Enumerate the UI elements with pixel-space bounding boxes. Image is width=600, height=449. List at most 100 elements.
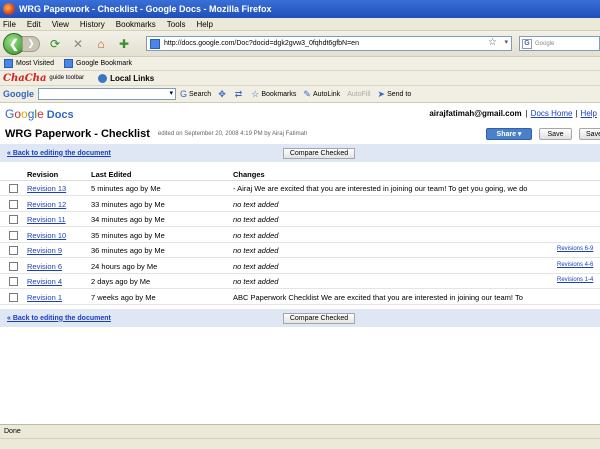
google-toolbar: Google G Search ✥ ⇄ ☆ Bookmarks ✎ AutoLi… <box>0 86 600 103</box>
menu-file[interactable]: File <box>3 20 16 29</box>
browser-search-box[interactable]: G Google <box>519 36 600 51</box>
separator: | <box>575 109 578 118</box>
revision-row: Revision 11 34 minutes ago by Me no text a… <box>0 212 600 227</box>
autofill-label: AutoFill <box>347 90 371 98</box>
header-revision: Revision <box>27 170 59 179</box>
document-title-row: WRG Paperwork - Checklist edited on Sept… <box>0 125 600 143</box>
logo-letter: o <box>14 107 22 121</box>
revision-link[interactable]: Revision 11 <box>27 215 66 224</box>
reload-icon[interactable]: ⟳ <box>47 36 63 52</box>
stop-icon[interactable]: ✕ <box>70 36 86 52</box>
local-links-button[interactable]: Local Links <box>98 73 155 83</box>
header-last-edited: Last Edited <box>91 170 132 179</box>
last-edited: 5 minutes ago by Me <box>91 184 161 193</box>
menu-history[interactable]: History <box>80 20 105 29</box>
google-bookmarks-button[interactable]: ☆ Bookmarks <box>251 89 296 100</box>
compare-checked-button[interactable]: Compare Checked <box>283 148 355 159</box>
compare-checked-button[interactable]: Compare Checked <box>283 313 355 324</box>
changes-text: no text added <box>233 215 279 224</box>
menu-help[interactable]: Help <box>196 20 212 29</box>
logo-letter: G <box>5 107 15 121</box>
google-search-button[interactable]: G Search <box>180 89 211 99</box>
autofill-button[interactable]: AutoFill <box>347 91 370 98</box>
bookmark-star-icon[interactable]: ☆ <box>488 37 497 48</box>
revision-range-link[interactable]: Revisions 6-9 <box>557 246 593 252</box>
revision-row: Revision 10 35 minutes ago by Me no text a… <box>0 228 600 243</box>
revision-checkbox[interactable] <box>9 292 18 302</box>
revision-link[interactable]: Revision 4 <box>27 277 62 286</box>
revision-row: Revision 12 33 minutes ago by Me no text a… <box>0 197 600 212</box>
help-link[interactable]: Help <box>581 109 597 118</box>
url-text: http://docs.google.com/Doc?docid=dgk2gvw… <box>164 40 359 47</box>
home-icon[interactable]: ⌂ <box>93 36 109 52</box>
menu-view[interactable]: View <box>52 20 69 29</box>
window-title: WRG Paperwork - Checklist - Google Docs … <box>19 4 272 14</box>
firefox-icon <box>3 3 15 15</box>
bookmark-google[interactable]: Google Bookmark <box>64 59 132 68</box>
back-to-editing-link[interactable]: « Back to editing the document <box>7 315 111 322</box>
save-button[interactable]: Save <box>539 128 572 140</box>
save-close-button[interactable]: Save <box>579 128 600 140</box>
revision-range-link[interactable]: Revisions 1-4 <box>557 277 593 283</box>
edited-info: edited on September 20, 2008 4:19 PM by … <box>157 131 308 137</box>
revision-checkbox[interactable] <box>9 184 18 193</box>
bookmark-label: Most Visited <box>16 60 54 67</box>
chacha-logo[interactable]: ChaCha <box>3 73 46 84</box>
changes-text: ABC Paperwork Checklist We are excited t… <box>233 292 523 302</box>
forward-arrow-icon: ❯ <box>27 38 35 48</box>
revision-link[interactable]: Revision 9 <box>27 246 62 255</box>
last-edited: 34 minutes ago by Me <box>91 215 165 224</box>
revision-link[interactable]: Revision 10 <box>27 231 66 240</box>
changes-text: no text added <box>233 246 279 255</box>
menu-bookmarks[interactable]: Bookmarks <box>116 20 156 29</box>
bookmark-folder-icon <box>4 59 13 68</box>
revision-link[interactable]: Revision 6 <box>27 262 62 271</box>
bookmark-most-visited[interactable]: Most Visited <box>4 59 54 68</box>
revision-link[interactable]: Revision 12 <box>27 200 66 209</box>
url-bar[interactable]: http://docs.google.com/Doc?docid=dgk2gvw… <box>146 36 512 51</box>
google-docs-logo[interactable]: Google Docs <box>5 107 74 121</box>
menu-edit[interactable]: Edit <box>27 20 41 29</box>
revisions-top-bar: « Back to editing the document Compare C… <box>0 144 600 162</box>
status-bar: Done <box>0 424 600 438</box>
status-text: Done <box>4 428 21 435</box>
extension-icon[interactable]: ✚ <box>116 36 132 52</box>
bookmarks-label: Bookmarks <box>261 90 297 98</box>
revision-link[interactable]: Revision 13 <box>27 184 66 193</box>
send-to-button[interactable]: ➤ Send to <box>378 89 412 100</box>
google-toolbar-search-input[interactable] <box>38 88 176 100</box>
revision-checkbox[interactable] <box>9 199 18 209</box>
back-arrow-icon: ❮ <box>8 36 20 51</box>
user-email: airajfatimah@gmail.com <box>429 109 522 118</box>
navigation-toolbar: ❮ ❯ ⟳ ✕ ⌂ ✚ http://docs.google.com/Doc?d… <box>0 31 600 57</box>
autolink-button[interactable]: ✎ AutoLink <box>303 89 340 100</box>
menu-bar: File Edit View History Bookmarks Tools H… <box>0 18 600 31</box>
document-title: WRG Paperwork - Checklist <box>5 128 150 140</box>
last-edited: 7 weeks ago by Me <box>91 292 156 302</box>
send-to-label: Send to <box>387 90 412 98</box>
local-links-label: Local Links <box>110 73 155 83</box>
toolbar-share-icon[interactable]: ⇄ <box>235 89 245 100</box>
revision-checkbox[interactable] <box>9 277 18 286</box>
revision-link[interactable]: Revision 1 <box>27 293 62 302</box>
bookmark-page-icon <box>64 59 73 68</box>
url-dropdown-icon[interactable]: ▾ <box>504 38 508 46</box>
docs-home-link[interactable]: Docs Home <box>531 109 573 118</box>
revision-checkbox[interactable] <box>9 230 18 240</box>
revision-checkbox[interactable] <box>9 246 18 255</box>
share-button[interactable]: Share ▾ <box>486 128 532 140</box>
separator: | <box>525 109 528 118</box>
back-to-editing-link[interactable]: « Back to editing the document <box>7 150 111 157</box>
google-search-engine-icon[interactable]: G <box>522 38 532 49</box>
google-toolbar-logo[interactable]: Google <box>3 89 34 99</box>
revision-checkbox[interactable] <box>9 215 18 224</box>
menu-tools[interactable]: Tools <box>167 20 186 29</box>
revision-checkbox[interactable] <box>9 261 18 271</box>
toolbar-tools-icon[interactable]: ✥ <box>218 89 228 100</box>
revision-range-link[interactable]: Revisions 4-6 <box>557 262 593 268</box>
autolink-icon: ✎ <box>303 88 311 99</box>
forward-button[interactable]: ❯ <box>22 35 40 52</box>
last-edited: 36 minutes ago by Me <box>91 246 165 255</box>
changes-text: no text added <box>233 277 279 286</box>
chacha-subtitle: guide toolbar <box>49 75 85 81</box>
